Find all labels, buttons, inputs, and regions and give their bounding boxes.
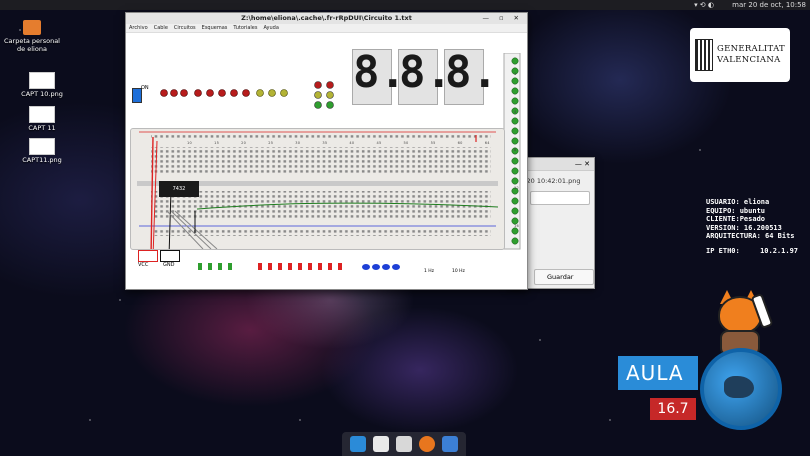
seven-segment-display-3: 8.: [444, 47, 498, 105]
desktop-icon-file[interactable]: CAPT11.png: [10, 138, 74, 164]
system-info: USUARIO: eliona EQUIPO: ubuntu CLIENTE:P…: [706, 198, 798, 255]
col-num: 45: [376, 141, 382, 145]
col-num: 15: [214, 141, 220, 145]
col-num: 30: [295, 141, 301, 145]
vcc-terminal[interactable]: [138, 250, 158, 262]
software-icon[interactable]: [372, 436, 389, 452]
clock-10hz-label: 10 Hz: [452, 269, 465, 274]
col-num: 35: [322, 141, 328, 145]
version-badge: 16.7: [650, 398, 696, 420]
info-client: CLIENTE:Pesado: [706, 215, 766, 223]
fox-mascot: [712, 290, 774, 356]
files-icon[interactable]: [349, 436, 366, 452]
folder-icon: [23, 20, 41, 35]
seven-segment-display-2: 8.: [398, 47, 452, 105]
right-led-column: [503, 53, 521, 250]
folder-dropdown[interactable]: [530, 191, 590, 205]
desktop-icon-label: CAPT 10.png: [21, 90, 63, 98]
generalitat-logo: GENERALITAT VALENCIANA: [690, 28, 790, 82]
column-numbers: 10 15 20 25 30 35 40 45 50 55 60 64: [187, 141, 490, 145]
clock[interactable]: mar 20 de oct, 10:58: [732, 1, 806, 9]
gnd-label: GND: [163, 262, 175, 268]
screenshot-icon[interactable]: [442, 436, 459, 452]
menu-archivo[interactable]: Archivo: [129, 24, 148, 32]
row-num: 4: [514, 110, 517, 114]
col-num: 20: [241, 141, 247, 145]
top-panel: ▾ ⟲ ◐ mar 20 de oct, 10:58: [0, 0, 810, 10]
circuit-simulator-window[interactable]: Z:\home\eliona\.cache\.fr-rRpDUI\Circuit…: [125, 12, 528, 290]
window-controls[interactable]: — ▫ ✕: [483, 13, 523, 24]
red-leds: [160, 89, 250, 97]
breadboard[interactable]: 7432 10 15 20 25 30 35 40 45 50 55 60 64: [130, 128, 505, 258]
image-file-icon: [29, 138, 55, 155]
info-user: USUARIO: eliona: [706, 198, 770, 206]
window-titlebar[interactable]: Z:\home\eliona\.cache\.fr-rRpDUI\Circuit…: [126, 13, 527, 24]
image-file-icon: [29, 106, 55, 123]
globe-icon: [700, 348, 782, 430]
logo-text: GENERALITAT VALENCIANA: [717, 44, 785, 66]
row-num: 8: [514, 148, 517, 152]
desktop-icon-label: CAPT 11: [28, 124, 56, 132]
chip-label: 7432: [172, 186, 186, 192]
dock: [342, 432, 466, 456]
gnd-terminal[interactable]: [160, 250, 180, 262]
segment-digit: 8.: [399, 47, 452, 98]
ip-label: IP ETH0:: [706, 246, 740, 255]
menu-cable[interactable]: Cable: [154, 24, 168, 32]
col-num: 60: [457, 141, 463, 145]
menu-tutoriales[interactable]: Tutoriales: [233, 24, 257, 32]
seven-segment-display-1: 8.: [352, 47, 406, 105]
row-num: 1: [514, 72, 517, 76]
tray-icons[interactable]: ▾ ⟲ ◐: [694, 1, 714, 9]
ip-value: 10.2.1.97: [760, 246, 798, 255]
segment-digit: 8.: [353, 47, 406, 98]
desktop-icon-label: CAPT11.png: [22, 156, 62, 164]
menu-circuitos[interactable]: Circuitos: [174, 24, 196, 32]
col-num: 25: [268, 141, 274, 145]
logo-line-2: VALENCIANA: [716, 55, 781, 65]
col-num: 55: [430, 141, 436, 145]
circuit-canvas[interactable]: ON 8. 8. 8. 1 4 8 12 16 7432 10 15 20 25…: [126, 33, 527, 289]
clock-1hz-label: 1 Hz: [424, 269, 435, 274]
traffic-leds: [314, 81, 334, 109]
col-num: 50: [403, 141, 409, 145]
segment-digit: 8.: [445, 47, 498, 98]
row-num: 12: [514, 186, 520, 190]
info-ip: IP ETH0: 10.2.1.97: [706, 247, 798, 256]
desktop-icon-label: Carpeta personal de eliona: [4, 37, 60, 53]
desktop-icon-file[interactable]: CAPT 10.png: [10, 72, 74, 98]
window-icon[interactable]: [395, 436, 412, 452]
crest-icon: [694, 39, 713, 71]
info-host: EQUIPO: ubuntu: [706, 206, 766, 215]
right-column-numbers: 1 4 8 12 16: [514, 55, 519, 245]
desktop-icon-home[interactable]: Carpeta personal de eliona: [0, 20, 64, 53]
menu-bar: Archivo Cable Circuitos Esquemas Tutoria…: [126, 24, 527, 33]
col-num: 40: [349, 141, 355, 145]
desktop-icon-file[interactable]: CAPT 11: [10, 106, 74, 132]
info-arch: ARQUITECTURA: 64 Bits: [706, 232, 795, 240]
ic-chip[interactable]: 7432: [159, 181, 199, 197]
info-version: VERSION: 16.200513: [706, 223, 782, 232]
col-num: 64: [484, 141, 490, 145]
image-file-icon: [29, 72, 55, 89]
col-num: 10: [187, 141, 193, 145]
vcc-label: VCC: [138, 262, 149, 268]
logo-line-1: GENERALITAT: [716, 44, 786, 54]
aula-banner: AULA: [618, 356, 698, 390]
yellow-leds: [256, 89, 288, 97]
window-title: Z:\home\eliona\.cache\.fr-rRpDUI\Circuit…: [241, 14, 412, 22]
firefox-icon[interactable]: [419, 436, 436, 452]
row-num: 16: [514, 224, 520, 228]
menu-esquemas[interactable]: Esquemas: [202, 24, 228, 32]
menu-ayuda[interactable]: Ayuda: [263, 24, 278, 32]
save-button[interactable]: Guardar: [534, 269, 594, 285]
